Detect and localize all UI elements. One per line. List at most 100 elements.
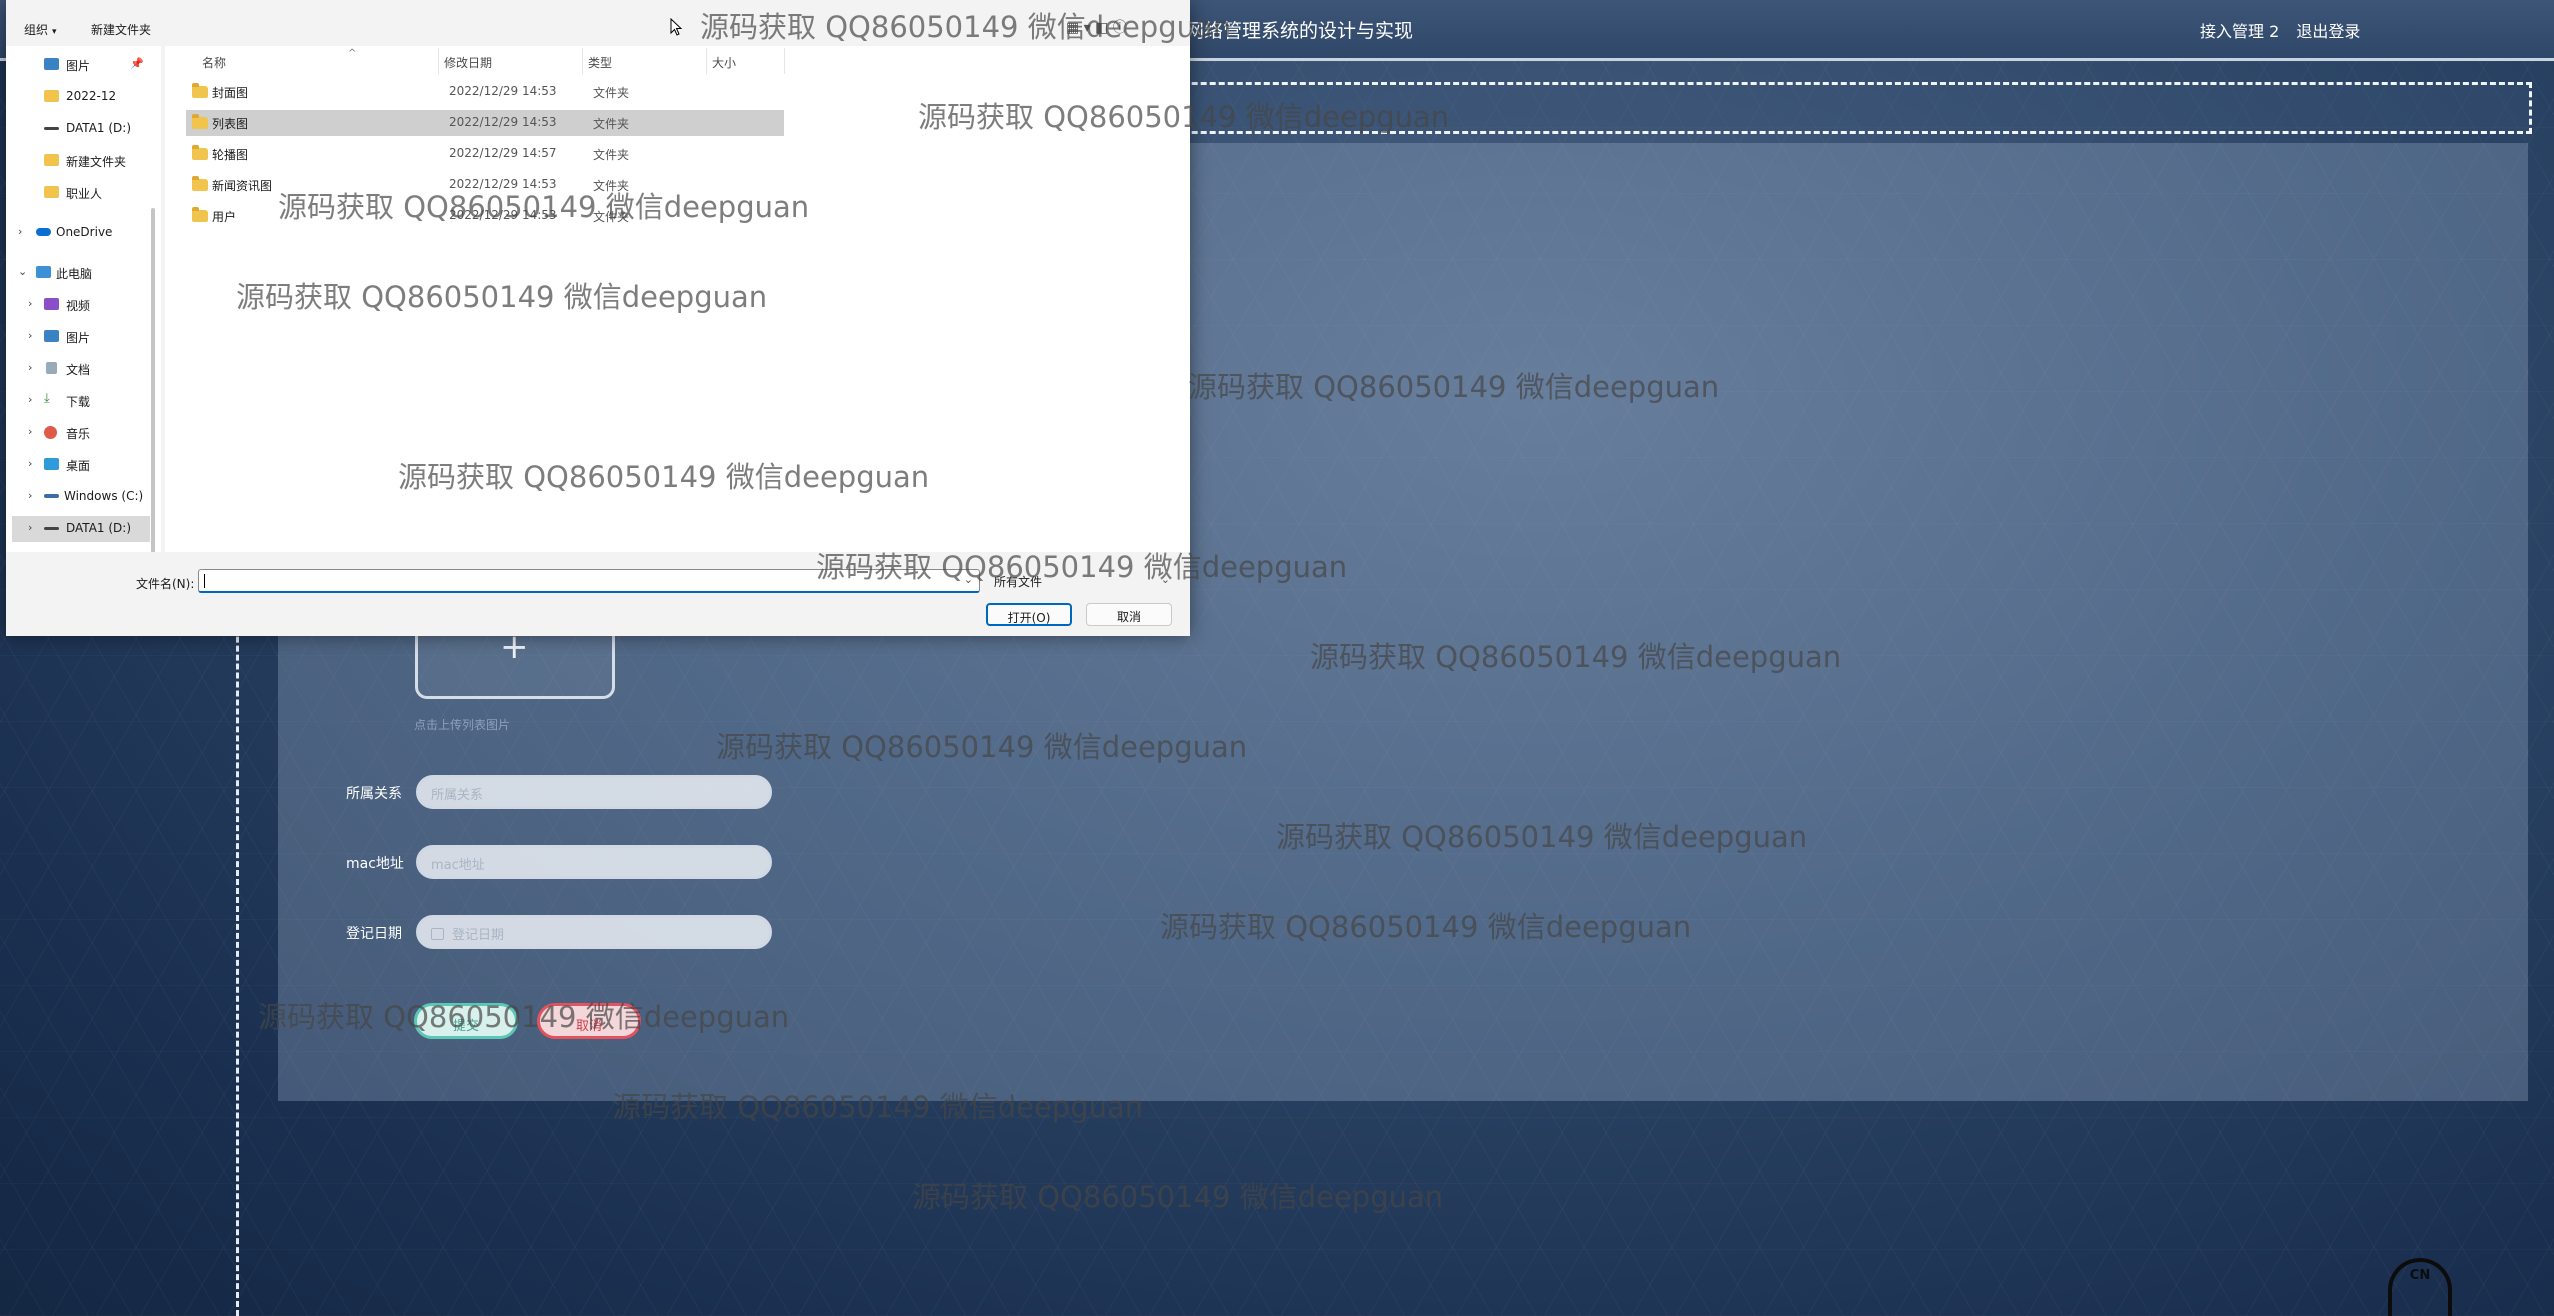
watermark: 源码获取 QQ86050149 微信deepguan <box>1276 820 1808 854</box>
watermark: 源码获取 QQ86050149 微信deepguan <box>1188 370 1720 404</box>
open-button[interactable]: 打开(O) <box>986 603 1072 626</box>
column-divider <box>582 48 583 74</box>
nav-item-desktop[interactable]: › 桌面 <box>6 452 156 478</box>
pane-splitter[interactable] <box>161 46 165 552</box>
chevron-down-icon: ⌄ <box>18 265 28 278</box>
text-caret <box>204 574 205 588</box>
nav-label: 职业人 <box>66 187 103 201</box>
column-divider <box>706 48 707 74</box>
music-icon <box>44 426 57 439</box>
username-label: 接入管理 2 <box>2200 22 2280 41</box>
nav-item-new-folder[interactable]: 新建文件夹 <box>6 148 156 174</box>
nav-item-downloads[interactable]: › ⤓ 下载 <box>6 388 156 414</box>
pictures-icon <box>44 58 59 70</box>
watermark: 源码获取 QQ86050149 微信deepguan <box>1160 910 1692 944</box>
organize-label: 组织 <box>24 23 49 37</box>
date-placeholder: 登记日期 <box>452 928 505 943</box>
drive-icon <box>44 527 59 530</box>
file-name: 封面图 <box>212 86 249 100</box>
folder-icon <box>44 186 59 198</box>
user-area: 接入管理 2 退出登录 <box>2200 18 2372 42</box>
nav-item-onedrive[interactable]: › OneDrive <box>6 220 156 246</box>
filename-label: 文件名(N): <box>136 577 195 591</box>
downloads-icon: ⤓ <box>44 391 50 406</box>
nav-label: 桌面 <box>66 459 91 473</box>
folder-icon <box>192 145 208 160</box>
chevron-right-icon: › <box>28 361 33 374</box>
folder-icon <box>192 114 208 129</box>
drive-icon <box>44 127 59 130</box>
file-type: 文件夹 <box>593 117 630 131</box>
mouse-cursor-icon <box>670 18 683 36</box>
file-name: 轮播图 <box>212 148 249 162</box>
date-input[interactable]: 登记日期 <box>416 915 772 949</box>
column-header-type[interactable]: 类型 <box>588 54 612 71</box>
pin-icon: 📌 <box>130 57 144 70</box>
navigation-pane: 图片 📌 2022-12 DATA1 (D:) 新建文件夹 职业人 › OneD… <box>6 46 156 558</box>
column-divider <box>784 48 785 74</box>
logout-link[interactable]: 退出登录 <box>2296 22 2360 41</box>
corner-logo: CN <box>2388 1258 2452 1316</box>
folder-icon <box>192 176 208 191</box>
calendar-icon <box>431 928 444 940</box>
nav-label: 下载 <box>66 395 91 409</box>
column-divider <box>438 48 439 74</box>
chevron-right-icon: › <box>28 457 33 470</box>
nav-item-this-pc[interactable]: ⌄ 此电脑 <box>6 260 156 286</box>
nav-label: 图片 <box>66 59 91 73</box>
chevron-right-icon: › <box>28 297 33 310</box>
documents-icon <box>46 362 57 374</box>
relation-input[interactable]: 所属关系 <box>416 775 772 809</box>
nav-label: 此电脑 <box>56 267 93 281</box>
nav-label: 图片 <box>66 331 91 345</box>
nav-item-professional[interactable]: 职业人 <box>6 180 156 206</box>
file-name: 新闻资讯图 <box>212 179 273 193</box>
nav-item-data1-quick[interactable]: DATA1 (D:) <box>6 116 156 142</box>
nav-label: DATA1 (D:) <box>66 121 132 135</box>
mac-input[interactable]: mac地址 <box>416 845 772 879</box>
new-folder-button[interactable]: 新建文件夹 <box>91 21 151 38</box>
watermark: 源码获取 QQ86050149 微信deepguan <box>612 1090 1144 1124</box>
date-label: 登记日期 <box>346 926 402 942</box>
nav-label: 音乐 <box>66 427 91 441</box>
nav-label: DATA1 (D:) <box>66 521 132 535</box>
column-header-modified[interactable]: 修改日期 <box>444 54 492 71</box>
nav-item-music[interactable]: › 音乐 <box>6 420 156 446</box>
mac-label: mac地址 <box>346 856 404 872</box>
file-row[interactable]: 列表图 2022/12/29 14:53 文件夹 <box>186 110 784 136</box>
watermark: 源码获取 QQ86050149 微信deepguan <box>918 100 1450 134</box>
file-date: 2022/12/29 14:53 <box>449 115 557 129</box>
nav-item-documents[interactable]: › 文档 <box>6 356 156 382</box>
folder-icon <box>192 83 208 98</box>
nav-item-videos[interactable]: › 视频 <box>6 292 156 318</box>
nav-item-2022-12[interactable]: 2022-12 <box>6 84 156 110</box>
nav-item-pictures-quick[interactable]: 图片 📌 <box>6 52 156 78</box>
relation-label: 所属关系 <box>346 786 402 802</box>
file-name: 用户 <box>212 210 237 224</box>
watermark: 源码获取 QQ86050149 微信deepguan <box>912 1180 1444 1214</box>
desktop-icon <box>44 458 59 470</box>
folder-icon <box>44 90 59 102</box>
column-header-size[interactable]: 大小 <box>712 54 736 71</box>
organize-menu[interactable]: 组织 ▾ <box>24 21 57 38</box>
file-row[interactable]: 封面图 2022/12/29 14:53 文件夹 <box>186 79 784 105</box>
nav-scrollbar[interactable] <box>151 208 155 558</box>
column-label: 名称 <box>202 56 227 70</box>
sort-ascending-icon: ^ <box>348 48 357 59</box>
nav-item-pictures[interactable]: › 图片 <box>6 324 156 350</box>
watermark: 源码获取 QQ86050149 微信deepguan <box>398 460 930 494</box>
relation-placeholder: 所属关系 <box>431 788 484 803</box>
chevron-down-icon: ▾ <box>52 27 57 37</box>
nav-item-data1-d[interactable]: › DATA1 (D:) <box>12 516 150 542</box>
dialog-cancel-button[interactable]: 取消 <box>1086 603 1172 626</box>
chevron-right-icon: › <box>28 329 33 342</box>
mac-placeholder: mac地址 <box>431 858 485 873</box>
chevron-right-icon: › <box>28 521 33 534</box>
column-header-name[interactable]: ^ 名称 <box>202 48 356 71</box>
nav-item-windows-c[interactable]: › Windows (C:) <box>6 484 156 510</box>
file-row[interactable]: 轮播图 2022/12/29 14:57 文件夹 <box>186 141 784 167</box>
videos-icon <box>44 298 59 310</box>
file-date: 2022/12/29 14:57 <box>449 146 557 160</box>
chevron-right-icon: › <box>28 489 33 502</box>
file-name: 列表图 <box>212 117 249 131</box>
